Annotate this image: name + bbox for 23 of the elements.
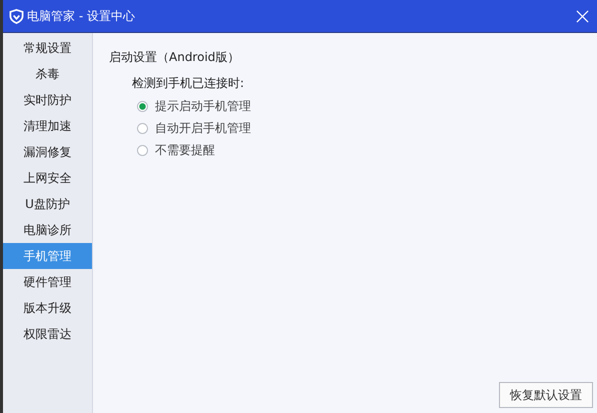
radio-button[interactable] [137, 144, 148, 156]
shield-icon [9, 8, 24, 24]
radio-button[interactable] [137, 122, 148, 134]
sidebar-item[interactable]: 电脑诊所 [3, 217, 92, 243]
sidebar-item[interactable]: 漏洞修复 [3, 139, 92, 165]
sidebar-item[interactable]: 清理加速 [3, 113, 92, 139]
close-icon[interactable] [576, 10, 589, 22]
window-title: 电脑管家 - 设置中心 [27, 8, 135, 24]
option-label: 自动开启手机管理 [155, 120, 251, 136]
sidebar-item[interactable]: 实时防护 [3, 87, 92, 113]
sidebar-item[interactable]: 版本升级 [3, 295, 92, 321]
restore-defaults-button[interactable]: 恢复默认设置 [499, 382, 593, 408]
sidebar-item[interactable]: 杀毒 [3, 61, 92, 87]
option-label: 不需要提醒 [155, 142, 215, 158]
sidebar-item[interactable]: 上网安全 [3, 165, 92, 191]
sidebar-item[interactable]: 硬件管理 [3, 269, 92, 295]
radio-button[interactable] [137, 100, 148, 112]
sidebar-item[interactable]: 常规设置 [3, 35, 92, 61]
sidebar-item[interactable]: U盘防护 [3, 191, 92, 217]
option-label: 提示启动手机管理 [155, 98, 251, 114]
sidebar-item[interactable]: 权限雷达 [3, 321, 92, 347]
prompt-label: 检测到手机已连接时: [132, 75, 246, 92]
section-title: 启动设置（Android版） [109, 49, 240, 66]
